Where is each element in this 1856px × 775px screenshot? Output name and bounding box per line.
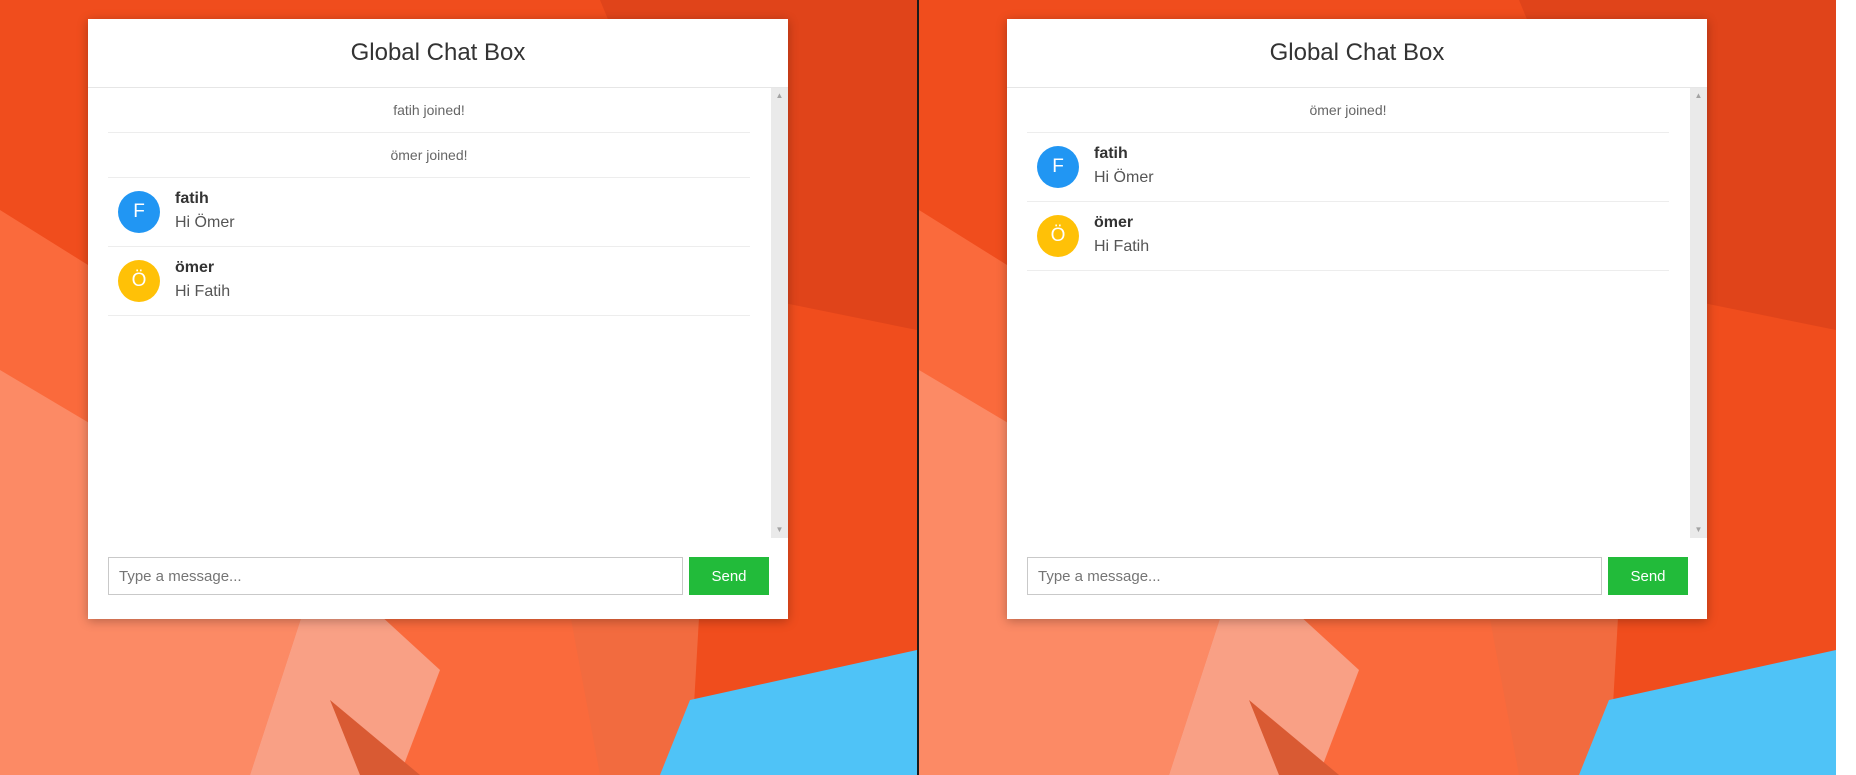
message-username: ömer	[1094, 214, 1134, 231]
send-button[interactable]: Send	[1608, 557, 1688, 595]
message-username: fatih	[1094, 145, 1128, 162]
message-scrollbar[interactable]: ▲ ▼	[771, 88, 788, 538]
system-message: ömer joined!	[1027, 88, 1669, 133]
right-desktop: Global Chat Box ömer joined! F fatih Hi …	[919, 0, 1836, 775]
chat-message: Ö ömer Hi Fatih	[108, 247, 750, 316]
chat-title: Global Chat Box	[1269, 39, 1445, 66]
message-text: Hi Ömer	[1094, 169, 1154, 186]
scroll-up-arrow-icon[interactable]: ▲	[1690, 90, 1707, 102]
message-input[interactable]	[108, 557, 683, 595]
avatar: Ö	[118, 260, 160, 302]
split-screen: Global Chat Box fatih joined! ömer joine…	[0, 0, 1856, 775]
chat-header: Global Chat Box	[1007, 19, 1707, 88]
message-username: fatih	[175, 190, 209, 207]
message-text: Hi Fatih	[1094, 238, 1150, 255]
message-scrollbar[interactable]: ▲ ▼	[1690, 88, 1707, 538]
avatar: F	[1037, 146, 1079, 188]
message-composer: Send	[1027, 557, 1707, 595]
system-message: fatih joined!	[108, 88, 750, 133]
message-text: Hi Ömer	[175, 214, 235, 231]
scroll-up-arrow-icon[interactable]: ▲	[771, 90, 788, 102]
chat-window: Global Chat Box ömer joined! F fatih Hi …	[1007, 19, 1707, 619]
message-composer: Send	[108, 557, 788, 595]
message-input[interactable]	[1027, 557, 1602, 595]
chat-header: Global Chat Box	[88, 19, 788, 88]
scroll-down-arrow-icon[interactable]: ▼	[771, 524, 788, 536]
chat-title: Global Chat Box	[350, 39, 526, 66]
message-text: Hi Fatih	[175, 283, 231, 300]
avatar: F	[118, 191, 160, 233]
scroll-down-arrow-icon[interactable]: ▼	[1690, 524, 1707, 536]
message-list: fatih joined! ömer joined! F fatih Hi Öm…	[108, 88, 750, 538]
send-button[interactable]: Send	[689, 557, 769, 595]
left-desktop: Global Chat Box fatih joined! ömer joine…	[0, 0, 917, 775]
message-username: ömer	[175, 259, 215, 276]
chat-message: F fatih Hi Ömer	[1027, 133, 1669, 202]
chat-message: Ö ömer Hi Fatih	[1027, 202, 1669, 271]
message-list: ömer joined! F fatih Hi Ömer Ö ömer Hi F…	[1027, 88, 1669, 538]
system-message: ömer joined!	[108, 133, 750, 178]
chat-message: F fatih Hi Ömer	[108, 178, 750, 247]
avatar: Ö	[1037, 215, 1079, 257]
chat-window: Global Chat Box fatih joined! ömer joine…	[88, 19, 788, 619]
